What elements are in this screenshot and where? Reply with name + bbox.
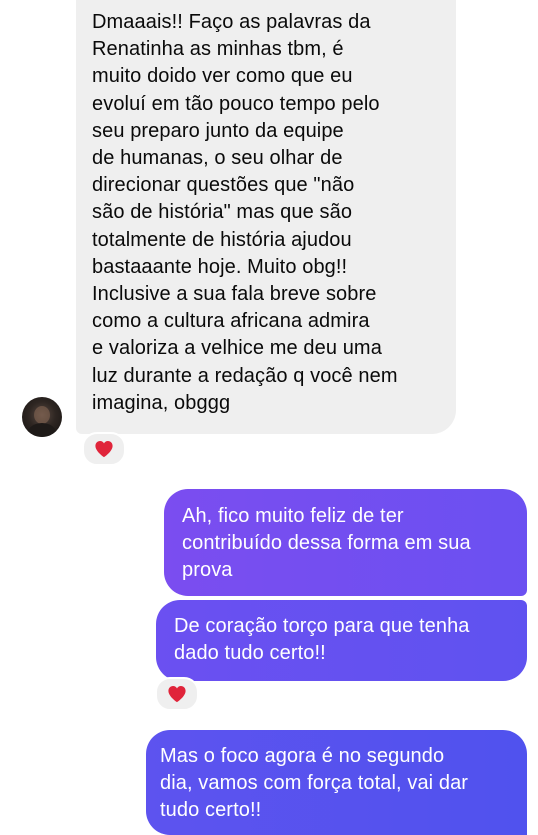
heart-icon [95, 440, 113, 458]
incoming-message-bubble[interactable]: Dmaaais!! Faço as palavras da Renatinha … [76, 0, 456, 434]
heart-icon [168, 685, 186, 703]
sender-avatar[interactable] [22, 397, 62, 437]
message-reaction[interactable] [82, 432, 126, 466]
outgoing-message-bubble[interactable]: De coração torço para que tenha dado tud… [156, 600, 527, 681]
message-reaction[interactable] [155, 677, 199, 711]
outgoing-message-bubble[interactable]: Ah, fico muito feliz de ter contribuído … [164, 489, 527, 596]
outgoing-message-bubble[interactable]: Mas o foco agora é no segundo dia, vamos… [146, 730, 527, 835]
